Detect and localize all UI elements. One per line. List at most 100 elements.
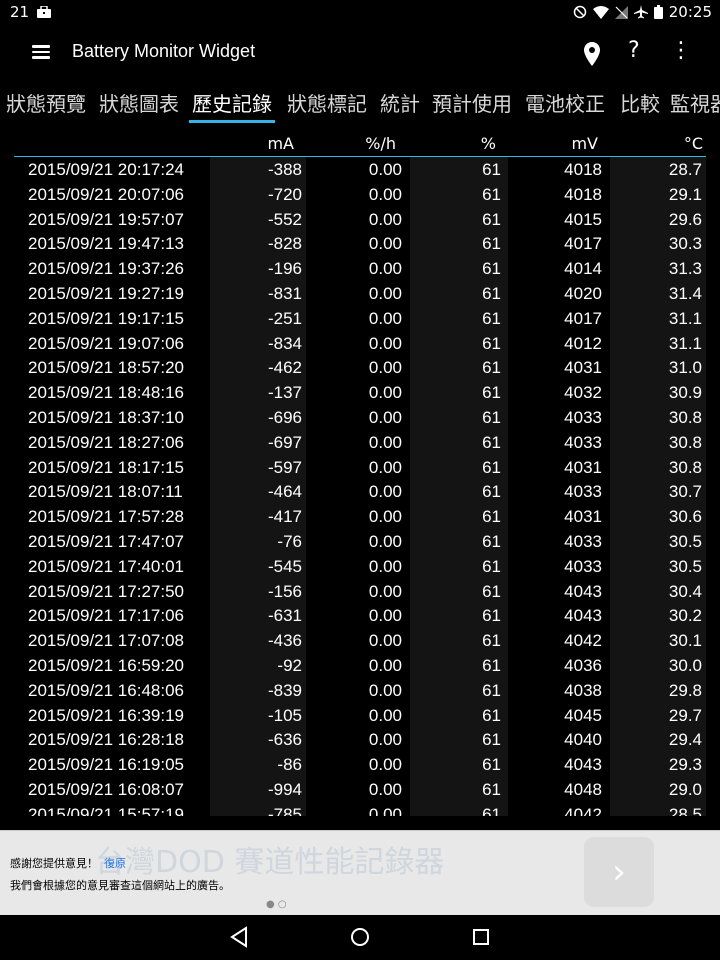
table-row[interactable]: 2015/09/21 19:57:07 -552 0.00 61 4015 29.6 (14, 207, 706, 232)
tab-battery-calibration[interactable]: 電池校正 (525, 88, 605, 117)
cell-percent: 61 (482, 482, 501, 502)
cell-datetime: 2015/09/21 16:08:07 (28, 779, 184, 799)
table-row[interactable]: 2015/09/21 19:47:13 -828 0.00 61 4017 30.3 (14, 231, 706, 256)
table-row[interactable]: 2015/09/21 15:57:19 -785 0.00 61 4042 28.5 (14, 802, 706, 816)
header-temperature: °C (683, 134, 703, 153)
cell-datetime: 2015/09/21 19:37:26 (28, 259, 184, 279)
home-icon[interactable] (348, 925, 372, 949)
cell-pct-per-hour: 0.00 (368, 804, 402, 816)
cell-datetime: 2015/09/21 18:48:16 (28, 383, 184, 403)
cell-mv: 4043 (564, 581, 602, 601)
cell-pct-per-hour: 0.00 (368, 556, 402, 576)
help-icon[interactable]: ? (628, 38, 640, 63)
cell-mv: 4040 (564, 730, 602, 750)
cell-temperature: 30.4 (668, 581, 702, 601)
table-row[interactable]: 2015/09/21 19:07:06 -834 0.00 61 4012 31.1 (14, 331, 706, 356)
cell-ma: -696 (267, 407, 302, 427)
cell-temperature: 30.3 (668, 234, 702, 254)
table-row[interactable]: 2015/09/21 18:17:15 -597 0.00 61 4031 30.8 (14, 455, 706, 480)
ad-banner[interactable]: 台灣DOD 賽道性能記錄器 感謝您提供意見！ 復原 我們會根據您的意見審查這個網站… (0, 830, 720, 916)
table-row[interactable]: 2015/09/21 18:48:16 -137 0.00 61 4032 30.9 (14, 380, 706, 405)
cell-datetime: 2015/09/21 17:57:28 (28, 507, 184, 527)
table-row[interactable]: 2015/09/21 18:07:11 -464 0.00 61 4033 30.7 (14, 479, 706, 504)
table-row[interactable]: 2015/09/21 17:07:08 -436 0.00 61 4042 30.1 (14, 628, 706, 653)
cell-pct-per-hour: 0.00 (368, 755, 402, 775)
cell-pct-per-hour: 0.00 (368, 308, 402, 328)
overflow-menu-icon[interactable]: ⋮ (670, 38, 692, 63)
cell-ma: -552 (267, 209, 302, 229)
cell-ma: -156 (267, 581, 302, 601)
cell-percent: 61 (482, 730, 501, 750)
table-row[interactable]: 2015/09/21 20:17:24 -388 0.00 61 4018 28.7 (14, 157, 706, 182)
menu-icon[interactable] (32, 42, 56, 66)
cell-ma: -994 (267, 779, 302, 799)
cell-temperature: 29.7 (668, 705, 702, 725)
wifi-icon (592, 5, 609, 19)
cell-pct-per-hour: 0.00 (368, 184, 402, 204)
cell-temperature: 31.1 (668, 333, 702, 353)
cell-ma: -828 (267, 234, 302, 254)
table-row[interactable]: 2015/09/21 19:27:19 -831 0.00 61 4020 31.4 (14, 281, 706, 306)
cell-datetime: 2015/09/21 19:47:13 (28, 234, 184, 254)
status-bar: 21 20:25 (0, 0, 720, 24)
table-row[interactable]: 2015/09/21 18:37:10 -696 0.00 61 4033 30.8 (14, 405, 706, 430)
cell-ma: -86 (277, 755, 302, 775)
cell-percent: 61 (482, 631, 501, 651)
ad-next-arrow-icon[interactable]: › (584, 837, 654, 907)
table-row[interactable]: 2015/09/21 16:48:06 -839 0.00 61 4038 29.8 (14, 678, 706, 703)
cell-percent: 61 (482, 655, 501, 675)
table-row[interactable]: 2015/09/21 17:17:06 -631 0.00 61 4043 30.2 (14, 603, 706, 628)
cell-temperature: 29.0 (668, 779, 702, 799)
briefcase-icon (37, 6, 52, 18)
cell-pct-per-hour: 0.00 (368, 383, 402, 403)
tab-history[interactable]: 歷史記錄 (189, 88, 275, 123)
cell-pct-per-hour: 0.00 (368, 283, 402, 303)
table-row[interactable]: 2015/09/21 17:40:01 -545 0.00 61 4033 30.5 (14, 554, 706, 579)
header-ma: mA (267, 134, 294, 153)
cell-percent: 61 (482, 432, 501, 452)
table-row[interactable]: 2015/09/21 17:47:07 -76 0.00 61 4033 30.5 (14, 529, 706, 554)
cell-pct-per-hour: 0.00 (368, 259, 402, 279)
table-row[interactable]: 2015/09/21 16:19:05 -86 0.00 61 4043 29.3 (14, 752, 706, 777)
cell-mv: 4018 (564, 160, 602, 179)
cell-ma: -76 (277, 531, 302, 551)
table-row[interactable]: 2015/09/21 19:17:15 -251 0.00 61 4017 31.1 (14, 306, 706, 331)
tab-status-chart[interactable]: 狀態圖表 (99, 88, 179, 117)
table-row[interactable]: 2015/09/21 17:27:50 -156 0.00 61 4043 30.4 (14, 579, 706, 604)
table-row[interactable]: 2015/09/21 17:57:28 -417 0.00 61 4031 30.6 (14, 504, 706, 529)
location-pin-icon[interactable] (583, 42, 601, 66)
table-row[interactable]: 2015/09/21 16:39:19 -105 0.00 61 4045 29.7 (14, 703, 706, 728)
tab-compare[interactable]: 比較 (620, 88, 660, 117)
table-row[interactable]: 2015/09/21 16:28:18 -636 0.00 61 4040 29.4 (14, 727, 706, 752)
table-row[interactable]: 2015/09/21 19:37:26 -196 0.00 61 4014 31.3 (14, 256, 706, 281)
cell-ma: -196 (267, 259, 302, 279)
table-row[interactable]: 2015/09/21 18:27:06 -697 0.00 61 4033 30.8 (14, 430, 706, 455)
cell-ma: -631 (267, 606, 302, 626)
tab-status-overview[interactable]: 狀態預覽 (6, 88, 86, 117)
cell-temperature: 30.9 (668, 383, 702, 403)
cell-mv: 4031 (564, 358, 602, 378)
cell-percent: 61 (482, 779, 501, 799)
cell-percent: 61 (482, 259, 501, 279)
tab-estimated-usage[interactable]: 預計使用 (432, 88, 512, 117)
table-row[interactable]: 2015/09/21 16:08:07 -994 0.00 61 4048 29.0 (14, 777, 706, 802)
tab-statistics[interactable]: 統計 (380, 88, 420, 117)
cell-percent: 61 (482, 556, 501, 576)
back-icon[interactable] (228, 925, 250, 949)
status-clock: 20:25 (668, 3, 712, 21)
tab-status-markers[interactable]: 狀態標記 (287, 88, 367, 117)
recent-apps-icon[interactable] (470, 925, 492, 949)
table-row[interactable]: 2015/09/21 20:07:06 -720 0.00 61 4018 29.1 (14, 182, 706, 207)
ad-undo-link[interactable]: 復原 (104, 857, 126, 870)
table-row[interactable]: 2015/09/21 18:57:20 -462 0.00 61 4031 31.0 (14, 355, 706, 380)
cell-ma: -417 (267, 507, 302, 527)
cell-ma: -831 (267, 283, 302, 303)
signal-off-icon (614, 5, 628, 19)
cell-mv: 4015 (564, 209, 602, 229)
history-table[interactable]: 2015/09/21 20:17:24 -388 0.00 61 4018 28.7 201… (14, 157, 706, 816)
cell-ma: -436 (267, 631, 302, 651)
tab-monitor[interactable]: 監視器 (670, 88, 720, 117)
table-row[interactable]: 2015/09/21 16:59:20 -92 0.00 61 4036 30.0 (14, 653, 706, 678)
ad-pager-dots: ● ○ (266, 899, 287, 910)
cell-percent: 61 (482, 209, 501, 229)
